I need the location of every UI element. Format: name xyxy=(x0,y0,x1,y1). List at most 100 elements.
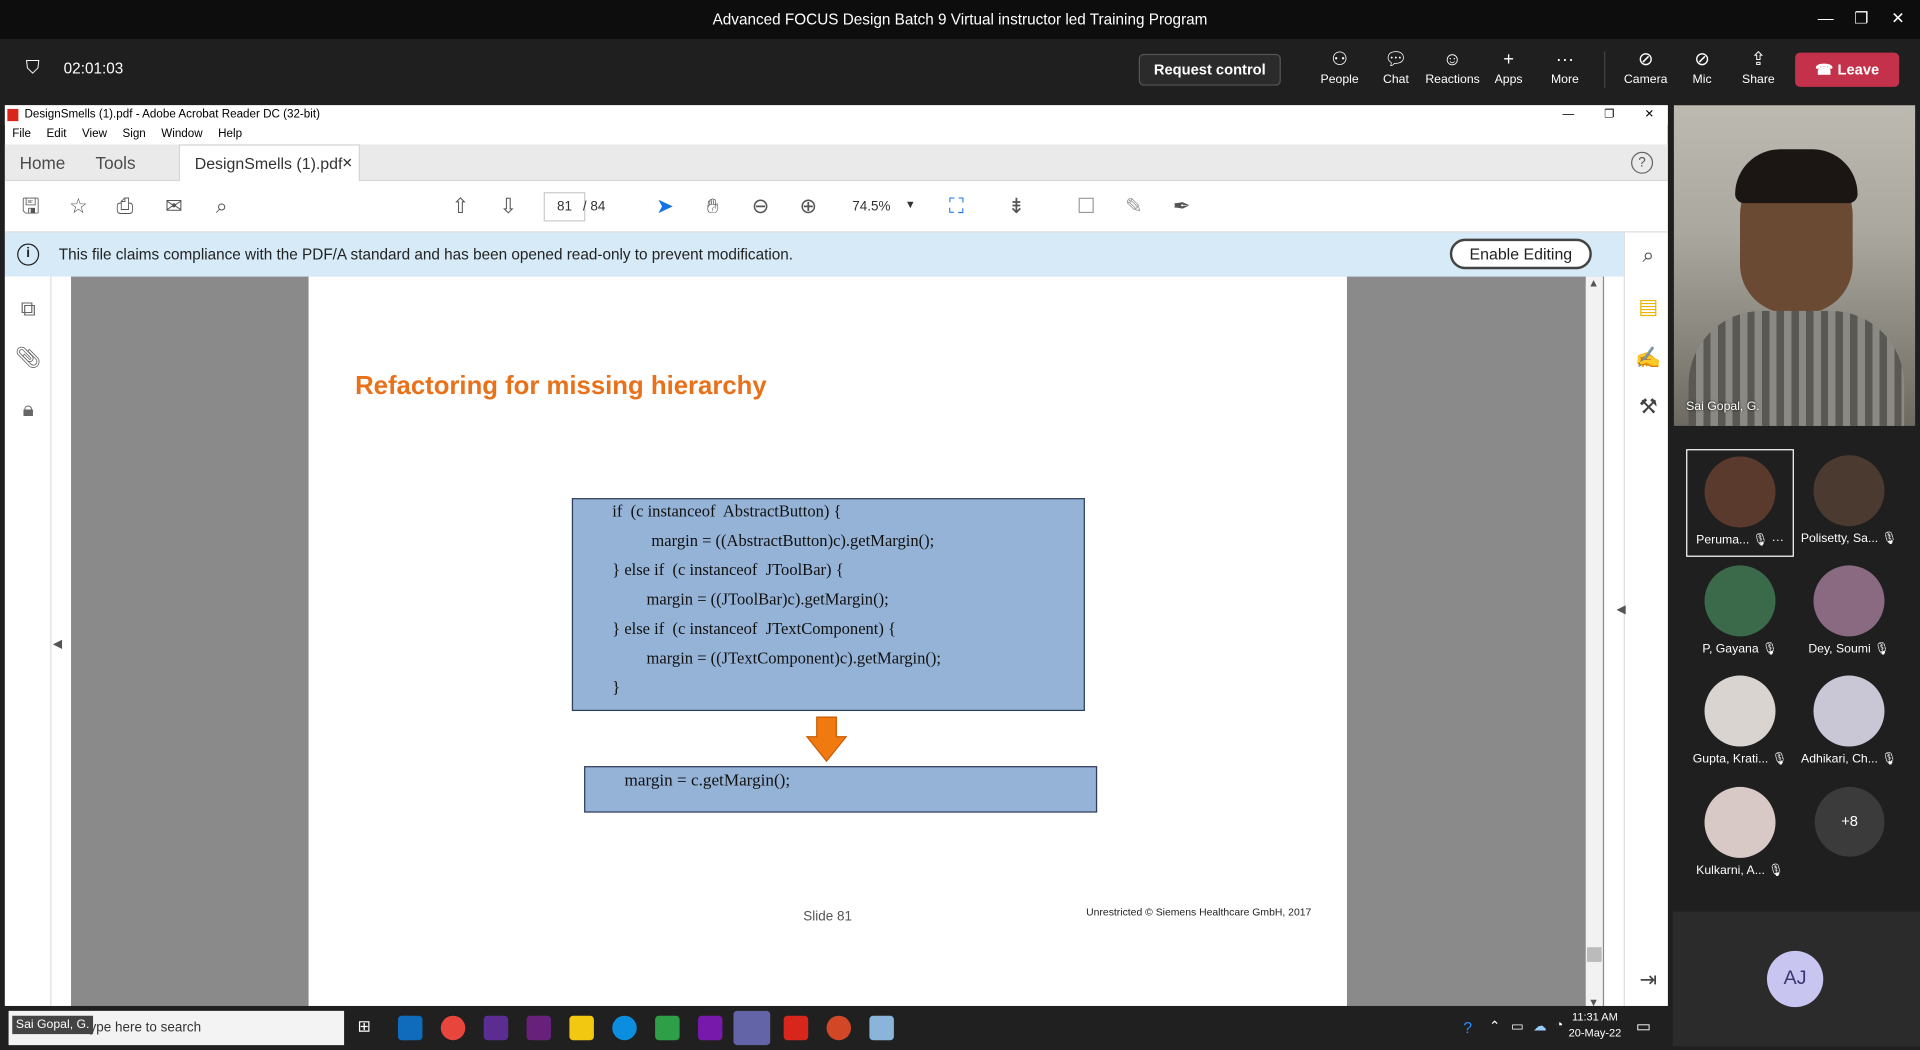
code-line: } else if (c instanceof JTextComponent) … xyxy=(612,619,896,638)
help-icon[interactable]: ? xyxy=(1631,151,1654,174)
participant-tile[interactable]: P, Gayana 🎙︎ xyxy=(1686,559,1794,667)
participant-tile[interactable]: Polisetty, Sa... 🎙︎ xyxy=(1795,449,1903,557)
mic-button[interactable]: ⊘ Mic xyxy=(1675,47,1729,96)
comment-icon[interactable]: ☐ xyxy=(1073,193,1100,220)
collapse-left-icon[interactable]: ◀ xyxy=(49,631,66,658)
clock-time: 11:31 AM xyxy=(1572,1010,1618,1024)
close-icon[interactable]: ✕ xyxy=(1880,0,1917,39)
reactions-button[interactable]: ☺ Reactions xyxy=(1425,47,1479,96)
menu-sign[interactable]: Sign xyxy=(122,127,145,140)
collapse-right-icon[interactable]: ◀ xyxy=(1608,597,1635,624)
muted-icon: 🎙︎ xyxy=(1752,533,1769,548)
zoom-dropdown-icon[interactable]: ▼ xyxy=(905,198,916,210)
print-icon[interactable]: ⎙ xyxy=(111,193,138,220)
scroll-up-icon[interactable]: ▲ xyxy=(1588,277,1599,289)
email-icon[interactable]: ✉ xyxy=(160,193,187,220)
muted-icon: 🎙︎ xyxy=(1874,642,1890,656)
highlight-pen-icon[interactable]: ✎ xyxy=(1120,193,1147,220)
notifications-icon[interactable]: ▭ xyxy=(1636,1017,1651,1037)
tab-tools[interactable]: Tools xyxy=(96,144,136,181)
edge-icon[interactable] xyxy=(612,1015,637,1041)
search-zoom-icon[interactable]: ⌕ xyxy=(208,193,235,220)
save-icon[interactable]: 🖫︎ xyxy=(17,193,44,220)
chat-button[interactable]: 💬︎ Chat xyxy=(1369,47,1423,96)
enable-editing-button[interactable]: Enable Editing xyxy=(1449,238,1592,270)
more-button[interactable]: ··· More xyxy=(1538,47,1592,96)
camera-button[interactable]: ⊘ Camera xyxy=(1619,47,1673,96)
participant-tile[interactable]: Dey, Soumi 🎙︎ xyxy=(1795,559,1903,667)
participant-tile[interactable]: Adhikari, Ch... 🎙︎ xyxy=(1795,669,1903,777)
more-icon: ··· xyxy=(1771,533,1784,548)
teams-icon[interactable] xyxy=(733,1010,771,1046)
bookmark-star-icon[interactable]: ☆ xyxy=(65,193,92,220)
notice-text: This file claims compliance with the PDF… xyxy=(58,245,794,264)
menu-window[interactable]: Window xyxy=(161,127,202,140)
minimize-icon[interactable]: — xyxy=(1807,0,1844,39)
scroll-mode-icon[interactable]: ⇟ xyxy=(1003,193,1030,220)
menu-view[interactable]: View xyxy=(82,127,107,140)
menu-edit[interactable]: Edit xyxy=(46,127,66,140)
system-clock[interactable]: 11:31 AM 20-May-22 xyxy=(1569,1010,1622,1042)
participant-name: Dey, Soumi 🎙︎ xyxy=(1808,642,1890,656)
task-view-icon[interactable]: ⊞ xyxy=(358,1017,371,1037)
chrome-icon[interactable] xyxy=(440,1015,466,1041)
apps-button[interactable]: + Apps xyxy=(1482,47,1536,96)
outlook-icon[interactable] xyxy=(397,1015,423,1041)
menu-help[interactable]: Help xyxy=(218,127,242,140)
acrobat-close-icon[interactable]: ✕ xyxy=(1645,105,1655,125)
request-control-button[interactable]: Request control xyxy=(1138,53,1281,86)
participant-tile[interactable]: Kulkarni, A... 🎙︎ xyxy=(1686,781,1794,889)
visual-studio-icon[interactable] xyxy=(526,1015,552,1041)
enhance-scan-icon[interactable]: ⌕ xyxy=(1635,242,1662,269)
select-cursor-icon[interactable]: ➤ xyxy=(651,193,678,220)
acrobat-restore-icon[interactable]: ❐ xyxy=(1604,105,1614,125)
page-thumbnails-icon[interactable]: ⧉ xyxy=(15,296,42,323)
snipping-tool-icon[interactable] xyxy=(869,1015,894,1041)
participant-tile[interactable]: Gupta, Krati... 🎙︎ xyxy=(1686,669,1794,777)
tab-document[interactable]: DesignSmells (1).pdf ✕ xyxy=(178,144,361,183)
vscode-icon[interactable] xyxy=(483,1015,509,1041)
help-tray-icon[interactable]: ? xyxy=(1463,1018,1472,1036)
share-button[interactable]: ⇪ Share xyxy=(1731,47,1785,96)
acrobat-taskbar-icon[interactable] xyxy=(783,1015,809,1041)
participant-name: Polisetty, Sa... 🎙︎ xyxy=(1800,532,1898,546)
apps-label: Apps xyxy=(1494,73,1523,87)
tab-close-icon[interactable]: ✕ xyxy=(342,146,353,183)
onedrive-icon[interactable]: ☁ xyxy=(1533,1018,1546,1034)
reactions-label: Reactions xyxy=(1425,73,1480,87)
zoom-out-icon[interactable]: ⊖ xyxy=(747,193,774,220)
comment-tool-icon[interactable]: ▤ xyxy=(1635,294,1662,321)
fit-page-icon[interactable]: ⛶ xyxy=(943,193,970,220)
previous-page-icon[interactable]: ⇧ xyxy=(447,193,474,220)
menu-file[interactable]: File xyxy=(12,127,31,140)
tab-home[interactable]: Home xyxy=(20,144,66,181)
people-button[interactable]: ⚇ People xyxy=(1313,47,1367,96)
pdfa-notice-bar: i This file claims compliance with the P… xyxy=(4,232,1624,277)
page-number-input[interactable]: 81 xyxy=(543,192,586,222)
vertical-scrollbar[interactable]: ▲ ▼ xyxy=(1585,276,1603,1011)
notepad-icon[interactable] xyxy=(655,1015,680,1041)
more-participants-badge[interactable]: +8 xyxy=(1814,786,1885,857)
hand-tool-icon[interactable]: ✋︎ xyxy=(699,193,726,220)
zoom-in-icon[interactable]: ⊕ xyxy=(795,193,822,220)
participant-tile[interactable]: Peruma... 🎙︎ ··· xyxy=(1686,449,1794,557)
security-icon[interactable]: 🔒︎ xyxy=(15,397,42,424)
restore-icon[interactable]: ❐ xyxy=(1843,0,1880,39)
more-tools-icon[interactable]: ⚒ xyxy=(1635,394,1662,421)
leave-button[interactable]: ☎ Leave xyxy=(1795,52,1900,87)
tray-chevron-icon[interactable]: ⌃ xyxy=(1489,1018,1500,1034)
zoom-level[interactable]: 74.5% xyxy=(852,199,890,214)
file-explorer-icon[interactable] xyxy=(569,1015,594,1041)
avatar xyxy=(1704,456,1776,528)
onenote-icon[interactable] xyxy=(697,1015,723,1041)
attachment-icon[interactable]: 📎︎ xyxy=(15,345,42,372)
battery-icon[interactable]: ▭ xyxy=(1511,1018,1524,1034)
expand-panel-icon[interactable]: ⇥ xyxy=(1635,967,1662,994)
scroll-thumb[interactable] xyxy=(1586,947,1602,962)
acrobat-minimize-icon[interactable]: — xyxy=(1562,105,1574,125)
sign-icon[interactable]: ✒ xyxy=(1168,193,1195,220)
wifi-icon[interactable]: ◔ xyxy=(1555,1018,1563,1033)
fill-sign-icon[interactable]: ✍ xyxy=(1635,345,1662,372)
next-page-icon[interactable]: ⇩ xyxy=(495,193,522,220)
powerpoint-icon[interactable] xyxy=(826,1015,852,1041)
